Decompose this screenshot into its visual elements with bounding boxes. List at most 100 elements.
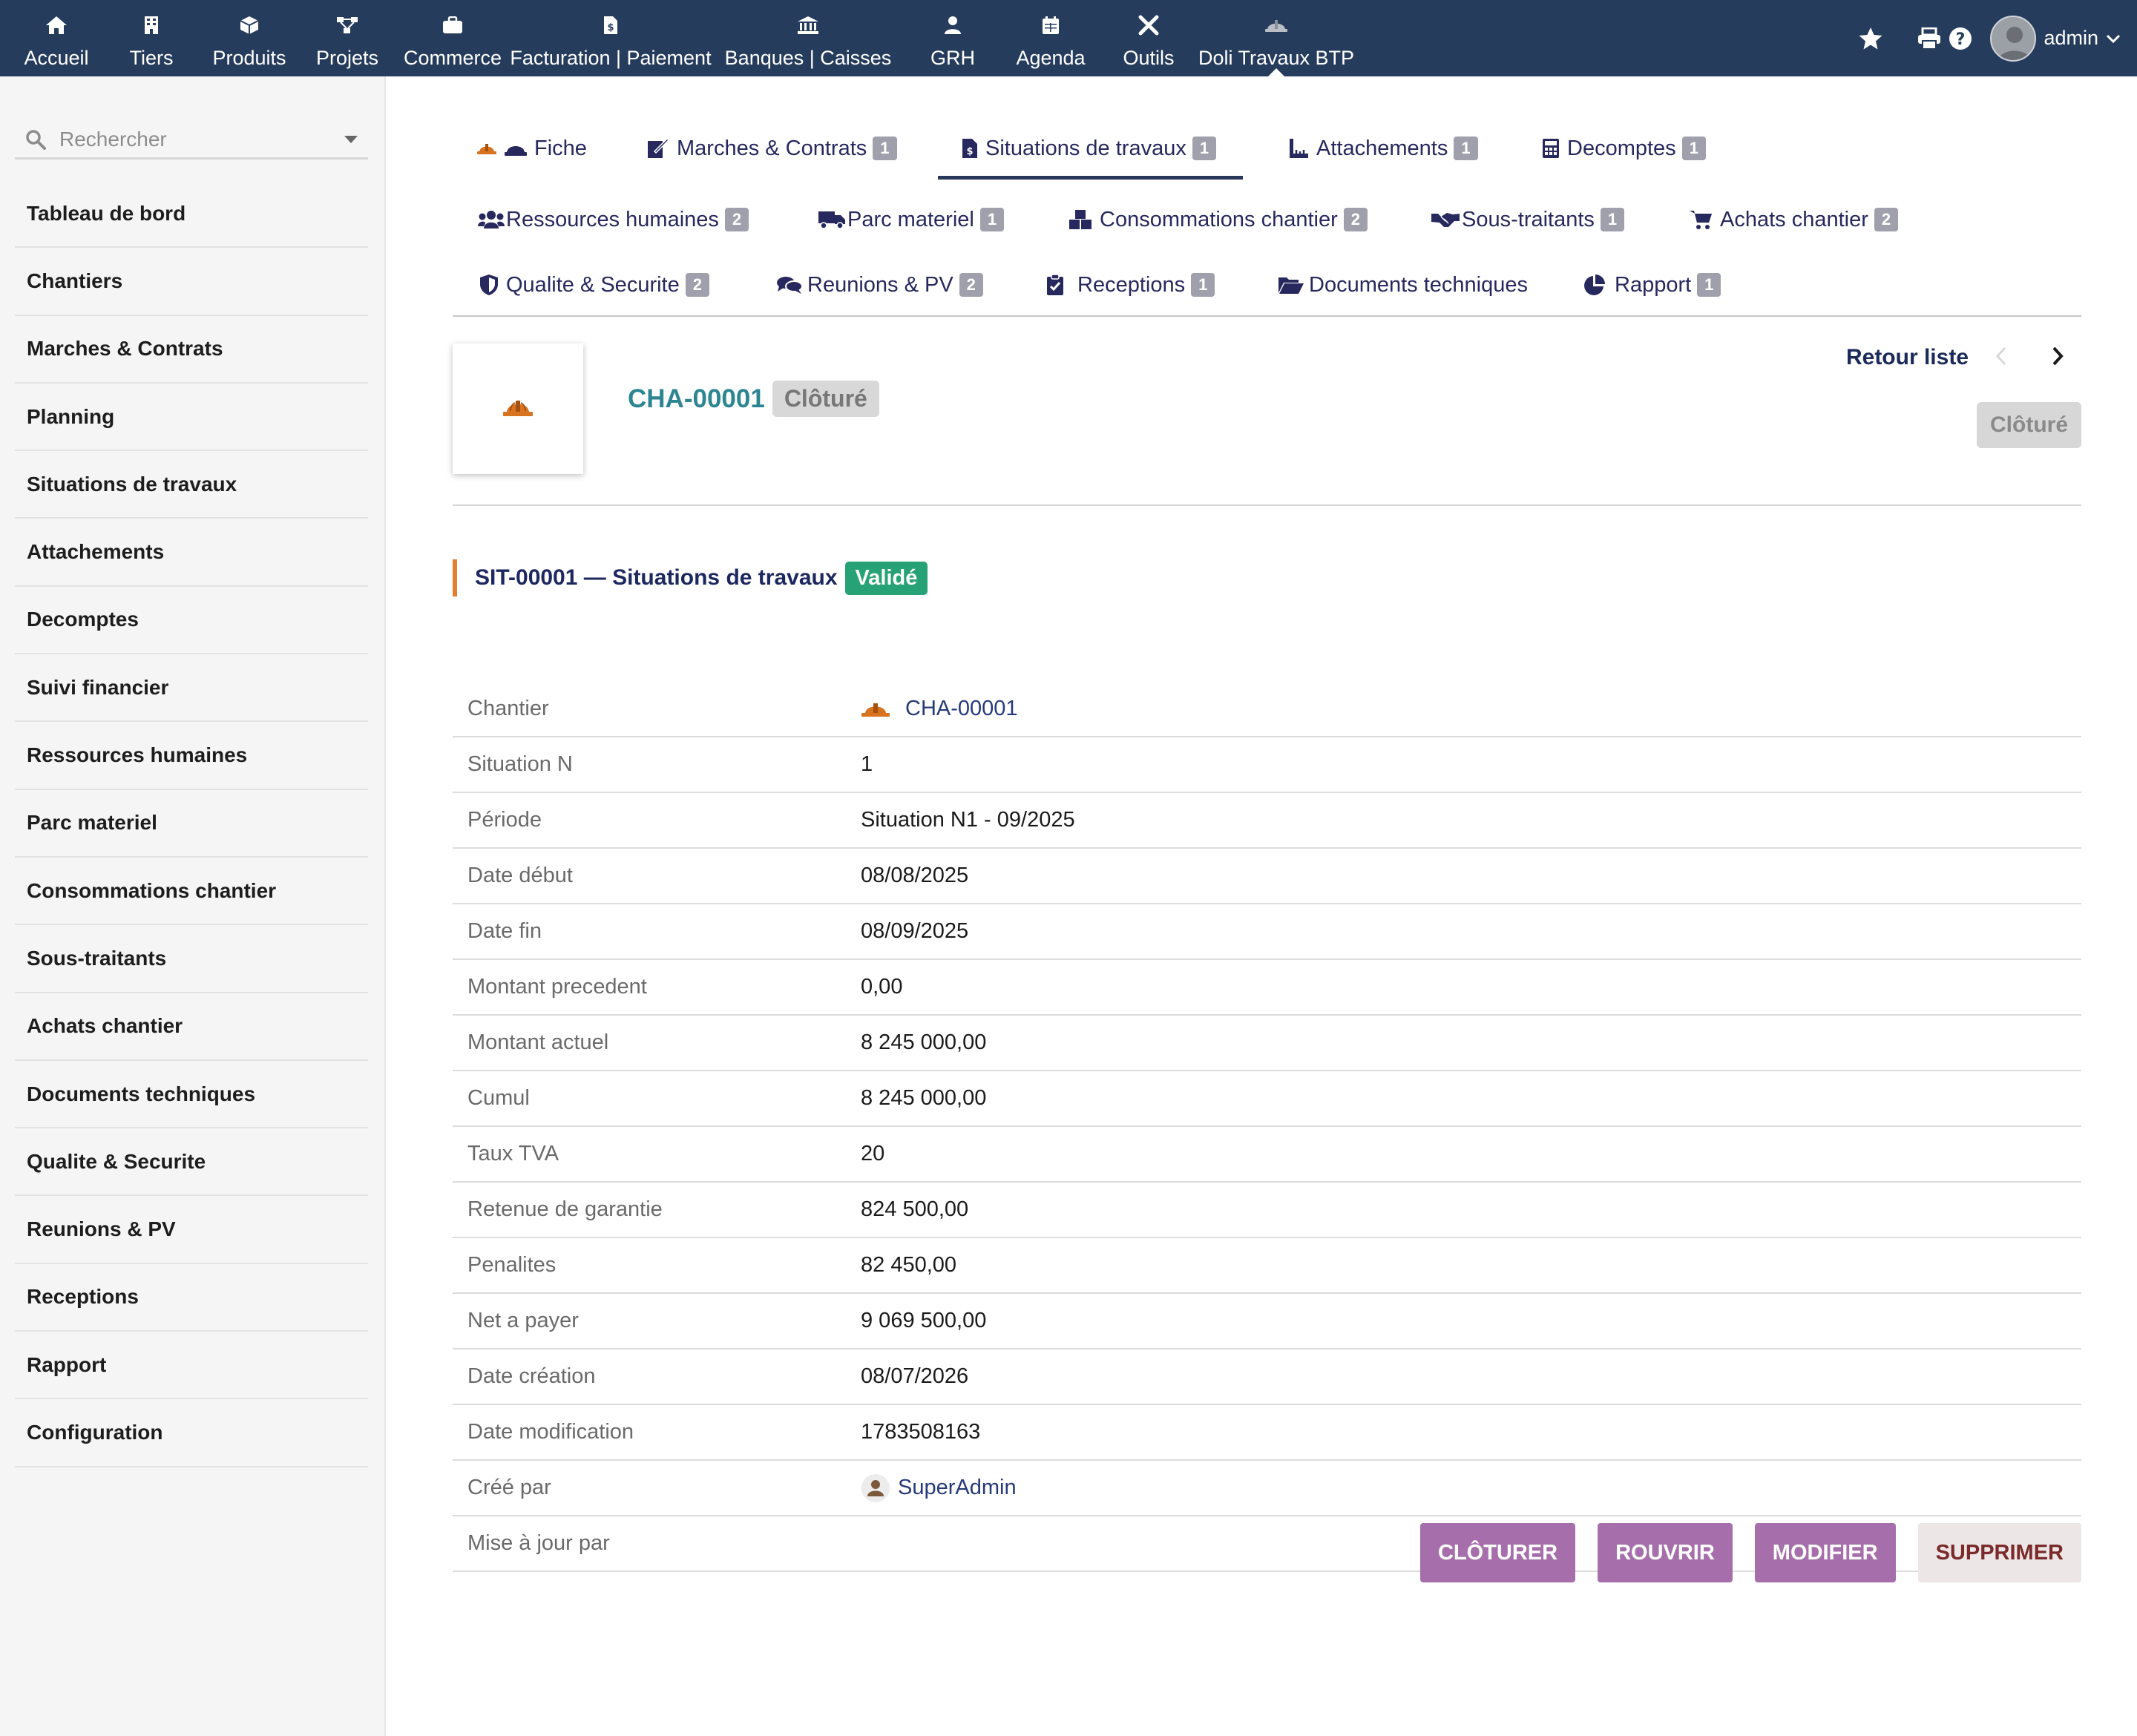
invoice-dollar-icon: $: [962, 138, 978, 159]
field-row-montant-precedent: Montant precedent 0,00: [453, 960, 2081, 1016]
sidebar-item-configuration[interactable]: Configuration: [15, 1399, 368, 1467]
home-icon: [45, 13, 68, 37]
field-row-periode: Période Situation N1 - 09/2025: [453, 793, 2081, 849]
bank-icon: [797, 13, 819, 37]
sidebar-item-reunions-pv[interactable]: Reunions & PV: [15, 1196, 368, 1264]
tab-sous-traitants[interactable]: Sous-traitants 1: [1431, 197, 1625, 242]
field-table: Chantier CHA-00001 Situation N 1 Période…: [453, 682, 2081, 1572]
sidebar-item-marches-contrats[interactable]: Marches & Contrats: [15, 316, 368, 384]
print-icon[interactable]: [1917, 27, 1941, 50]
tab-consommations-chantier[interactable]: Consommations chantier 2: [1068, 197, 1368, 242]
tab-rapport[interactable]: Rapport 1: [1583, 263, 1721, 307]
chantier-link[interactable]: CHA-00001: [905, 697, 1018, 721]
menu-accueil[interactable]: Accueil: [9, 0, 104, 76]
users-icon: [478, 210, 505, 229]
tab-achats-chantier[interactable]: Achats chantier 2: [1689, 197, 1899, 242]
tab-qualite-securite[interactable]: Qualite & Securite 2: [479, 263, 709, 307]
user-link[interactable]: SuperAdmin: [898, 1476, 1017, 1500]
field-row-cree-par: Créé par SuperAdmin: [453, 1461, 2081, 1516]
rouvrir-button[interactable]: ROUVRIR: [1598, 1523, 1733, 1582]
user-name[interactable]: admin: [2044, 27, 2098, 50]
svg-text:$: $: [607, 22, 614, 33]
tab-decomptes[interactable]: Decomptes 1: [1542, 126, 1706, 171]
search-box[interactable]: Rechercher: [15, 121, 368, 160]
field-row-date-fin: Date fin 08/09/2025: [453, 904, 2081, 960]
tab-fiche[interactable]: Fiche: [476, 126, 587, 171]
menu-commerce[interactable]: Commerce: [395, 0, 511, 76]
sidebar-item-rapport[interactable]: Rapport: [15, 1332, 368, 1400]
status-badge: Clôturé: [772, 381, 879, 417]
tab-documents-techniques[interactable]: Documents techniques: [1278, 263, 1528, 307]
tab-badge: 1: [1600, 208, 1625, 231]
tab-attachements[interactable]: Attachements 1: [1288, 126, 1478, 171]
sidebar-item-consommations-chantier[interactable]: Consommations chantier: [15, 858, 368, 926]
tab-marches-contrats[interactable]: Marches & Contrats 1: [647, 126, 897, 171]
tab-reunions-pv[interactable]: Reunions & PV 2: [776, 263, 983, 307]
truck-icon: [818, 210, 846, 229]
sidebar-item-receptions[interactable]: Receptions: [15, 1264, 368, 1332]
hardhat-icon: [861, 700, 890, 718]
building-icon: [144, 13, 159, 37]
menu-projets[interactable]: Projets: [300, 0, 395, 76]
menu-outils[interactable]: Outils: [1101, 0, 1196, 76]
field-row-chantier: Chantier CHA-00001: [453, 682, 2081, 737]
menu-doli-travaux-btp[interactable]: Doli Travaux BTP: [1196, 0, 1356, 77]
cart-icon: [1689, 209, 1713, 230]
chevron-right-icon[interactable]: [2050, 345, 2065, 371]
avatar[interactable]: [1990, 15, 2037, 62]
field-row-date-modification: Date modification 1783508163: [453, 1405, 2081, 1461]
comments-icon: [776, 275, 803, 295]
tab-badge: 2: [685, 273, 709, 297]
shield-icon: [479, 274, 499, 296]
tab-badge: 2: [1343, 208, 1368, 231]
bookmark-star-icon[interactable]: [1858, 27, 1883, 50]
sidebar-item-documents-techniques[interactable]: Documents techniques: [15, 1061, 368, 1129]
sidebar-item-suivi-financier[interactable]: Suivi financier: [15, 654, 368, 723]
handshake-icon: [1431, 211, 1460, 228]
tab-ressources-humaines[interactable]: Ressources humaines 2: [478, 197, 749, 242]
tab-badge: 1: [873, 137, 897, 160]
tab-situations-de-travaux[interactable]: $ Situations de travaux 1: [937, 126, 1244, 180]
menu-agenda[interactable]: Agenda: [1000, 0, 1101, 76]
sidebar-item-planning[interactable]: Planning: [15, 384, 368, 452]
user-tie-icon: [944, 13, 962, 37]
field-row-net-a-payer: Net a payer 9 069 500,00: [453, 1294, 2081, 1349]
sidebar-item-parc-materiel[interactable]: Parc materiel: [15, 790, 368, 858]
back-to-list-link[interactable]: Retour liste: [1846, 345, 1969, 370]
sidebar-item-sous-traitants[interactable]: Sous-traitants: [15, 925, 368, 993]
tab-badge: 1: [1697, 273, 1721, 297]
field-row-taux-tva: Taux TVA 20: [453, 1127, 2081, 1183]
sidebar-item-chantiers[interactable]: Chantiers: [15, 248, 368, 316]
pie-chart-icon: [1583, 274, 1606, 296]
menu-produits[interactable]: Produits: [199, 0, 300, 76]
sidebar-item-decomptes[interactable]: Decomptes: [15, 587, 368, 655]
field-row-montant-actuel: Montant actuel 8 245 000,00: [453, 1016, 2081, 1071]
search-input[interactable]: Rechercher: [59, 128, 167, 151]
top-menu-bar: Accueil Tiers Produits Projets Commerce: [0, 0, 2137, 77]
tab-receptions[interactable]: Receptions 1: [1046, 263, 1215, 307]
cloturer-button[interactable]: CLÔTURER: [1419, 1523, 1576, 1582]
sidebar-item-ressources-humaines[interactable]: Ressources humaines: [15, 722, 368, 790]
chevron-left-icon[interactable]: [1994, 345, 2009, 371]
modifier-button[interactable]: MODIFIER: [1754, 1523, 1896, 1582]
status-badge: Validé: [844, 561, 928, 595]
menu-banques[interactable]: Banques | Caisses: [711, 0, 905, 76]
help-icon[interactable]: ?: [1949, 27, 1972, 50]
section-title: SIT-00001 — Situations de travaux Validé: [453, 559, 928, 596]
contract-icon: [647, 138, 669, 159]
supprimer-button[interactable]: SUPPRIMER: [1917, 1523, 2081, 1582]
sidebar-item-situations-de-travaux[interactable]: Situations de travaux: [15, 451, 368, 519]
search-dropdown-caret-icon[interactable]: [344, 136, 358, 143]
tab-parc-materiel[interactable]: Parc materiel 1: [818, 197, 1005, 242]
tab-badge: 1: [1191, 273, 1215, 297]
menu-grh[interactable]: GRH: [905, 0, 1000, 76]
sidebar-item-tableau-de-bord[interactable]: Tableau de bord: [15, 180, 368, 249]
field-row-penalites: Penalites 82 450,00: [453, 1238, 2081, 1294]
menu-facturation[interactable]: $ Facturation | Paiement: [510, 0, 712, 76]
sidebar-item-qualite-securite[interactable]: Qualite & Securite: [15, 1128, 368, 1197]
chevron-down-icon[interactable]: [2106, 33, 2121, 44]
tabs-divider: [453, 315, 2081, 317]
sidebar-item-achats-chantier[interactable]: Achats chantier: [15, 993, 368, 1061]
menu-tiers[interactable]: Tiers: [104, 0, 199, 76]
sidebar-item-attachements[interactable]: Attachements: [15, 519, 368, 587]
